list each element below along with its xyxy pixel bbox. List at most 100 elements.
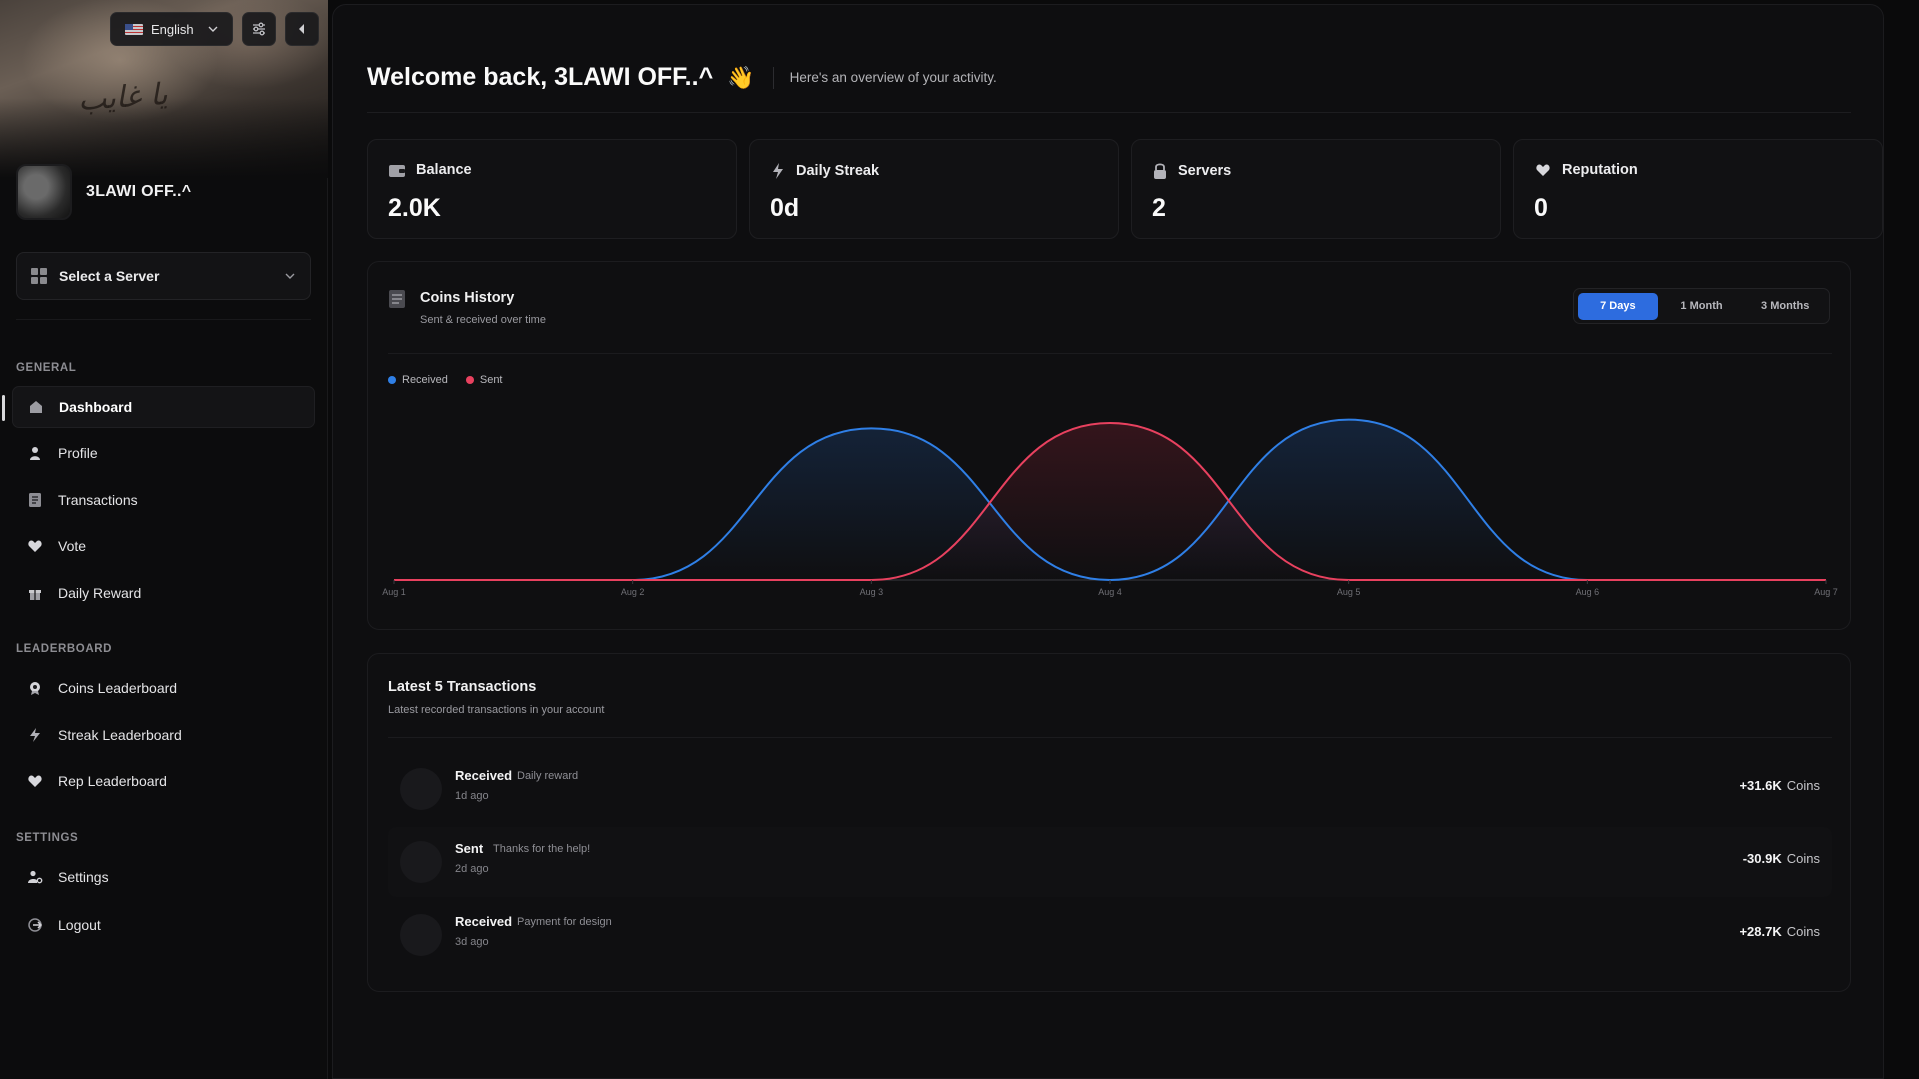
sidebar-item-label: Dashboard — [59, 399, 133, 415]
banner-script: يا غايب — [76, 76, 169, 119]
section-label-settings: SETTINGS — [16, 832, 79, 844]
transaction-amount-value: +31.6K — [1739, 778, 1782, 793]
transaction-amount: -30.9K Coins — [1743, 851, 1820, 866]
transaction-row[interactable]: Sent Thanks for the help! 2d ago -30.9K C… — [388, 827, 1832, 897]
latest-transactions-card: Latest 5 Transactions Latest recorded tr… — [367, 653, 1851, 992]
transactions-title: Latest 5 Transactions — [388, 679, 537, 695]
sidebar-item-transactions[interactable]: Transactions — [12, 479, 315, 521]
user-icon — [26, 444, 44, 462]
sidebar: يا غايب English 3LAWI OFF..^ Select a Se… — [0, 0, 328, 1079]
stat-card-servers: Servers 2 — [1131, 139, 1501, 239]
grid-icon — [31, 268, 47, 284]
header-divider — [772, 66, 774, 89]
chevron-down-icon — [285, 273, 295, 279]
sidebar-item-dashboard[interactable]: Dashboard — [2, 386, 315, 428]
caret-left-icon — [299, 24, 304, 34]
stat-label: Daily Streak — [796, 163, 880, 179]
filters-button[interactable] — [242, 12, 276, 46]
logout-icon — [26, 916, 44, 934]
page-title: Welcome back, 3LAWI OFF..^ — [367, 63, 714, 91]
avatar — [16, 164, 72, 220]
user-settings-icon — [26, 868, 44, 886]
sidebar-item-label: Daily Reward — [58, 585, 142, 601]
sidebar-item-settings[interactable]: Settings — [12, 856, 315, 898]
transaction-unit: Coins — [1786, 924, 1820, 939]
coins-history-chart: Aug 1 Aug 2 Aug 3 Aug 4 Aug 5 Aug 6 Aug 7 — [382, 418, 1838, 597]
page-header: Welcome back, 3LAWI OFF..^ 👋 Here's an o… — [367, 63, 997, 92]
sidebar-divider — [16, 319, 311, 320]
transaction-type: Sent — [455, 841, 484, 856]
transaction-avatar — [400, 914, 442, 956]
section-label-general: GENERAL — [16, 362, 77, 374]
sidebar-item-rep-leaderboard[interactable]: Rep Leaderboard — [12, 760, 315, 802]
sidebar-item-label: Vote — [58, 538, 87, 554]
series-area-sent — [394, 423, 1826, 580]
sidebar-item-daily-reward[interactable]: Daily Reward — [12, 572, 315, 614]
transaction-unit: Coins — [1786, 851, 1820, 866]
transaction-note: Payment for design — [517, 916, 612, 928]
section-label-leaderboard: LEADERBOARD — [16, 643, 113, 655]
stat-card-reputation: Reputation 0 — [1513, 139, 1883, 239]
bolt-icon — [773, 163, 783, 179]
stat-label: Balance — [416, 162, 472, 178]
heart-icon — [1536, 164, 1550, 176]
transactions-header-rule — [388, 737, 1832, 738]
stat-value: 0 — [1534, 194, 1548, 222]
page-subtitle: Here's an overview of your activity. — [789, 70, 997, 85]
home-icon — [27, 398, 45, 416]
stat-value: 2 — [1152, 194, 1166, 222]
transaction-time: 1d ago — [455, 790, 489, 802]
collapse-sidebar-button[interactable] — [285, 12, 319, 46]
main-content: Welcome back, 3LAWI OFF..^ 👋 Here's an o… — [332, 4, 1884, 1079]
transaction-time: 2d ago — [455, 863, 489, 875]
header-rule — [367, 112, 1851, 113]
transaction-amount-value: +28.7K — [1739, 924, 1782, 939]
heart-icon — [26, 772, 44, 790]
transaction-row[interactable]: Received Daily reward 1d ago +31.6K Coins — [388, 754, 1832, 824]
stat-value: 0d — [770, 194, 800, 222]
sidebar-item-coins-leaderboard[interactable]: Coins Leaderboard — [12, 667, 315, 709]
user-profile[interactable]: 3LAWI OFF..^ — [16, 164, 191, 220]
sidebar-item-label: Streak Leaderboard — [58, 727, 182, 743]
wave-emoji-icon: 👋 — [727, 64, 755, 90]
sidebar-topbar: English — [110, 12, 319, 46]
transaction-avatar — [400, 768, 442, 810]
bolt-icon — [26, 726, 44, 744]
transaction-avatar — [400, 841, 442, 883]
sidebar-item-label: Profile — [58, 445, 98, 461]
sliders-icon — [253, 22, 265, 36]
coins-history-card: Coins History Sent & received over time … — [367, 261, 1851, 630]
stat-label: Reputation — [1562, 162, 1638, 178]
transaction-amount: +28.7K Coins — [1739, 924, 1820, 939]
language-selector[interactable]: English — [110, 12, 233, 46]
chevron-down-icon — [208, 26, 218, 32]
sidebar-item-logout[interactable]: Logout — [12, 904, 315, 946]
stat-value: 2.0K — [388, 194, 441, 222]
server-select-label: Select a Server — [59, 268, 160, 284]
sidebar-item-label: Logout — [58, 917, 101, 933]
transactions-subtitle: Latest recorded transactions in your acc… — [388, 704, 605, 716]
sidebar-item-vote[interactable]: Vote — [12, 525, 315, 567]
sidebar-item-profile[interactable]: Profile — [12, 432, 315, 474]
sidebar-item-streak-leaderboard[interactable]: Streak Leaderboard — [12, 714, 315, 756]
transaction-unit: Coins — [1786, 778, 1820, 793]
language-label: English — [151, 21, 194, 37]
username: 3LAWI OFF..^ — [86, 183, 192, 200]
stat-card-balance: Balance 2.0K — [367, 139, 737, 239]
stat-label: Servers — [1178, 163, 1232, 179]
transaction-type: Received — [455, 768, 513, 783]
transaction-note: Thanks for the help! — [493, 843, 591, 855]
transaction-amount: +31.6K Coins — [1739, 778, 1820, 793]
server-select-dropdown[interactable]: Select a Server — [16, 252, 311, 300]
x-tick-label: Aug 6 — [1576, 587, 1600, 597]
heart-icon — [26, 537, 44, 555]
wallet-icon — [389, 165, 405, 177]
receipt-icon — [26, 491, 44, 509]
transaction-note: Daily reward — [517, 770, 579, 782]
x-tick-label: Aug 2 — [621, 587, 645, 597]
x-tick-label: Aug 1 — [382, 587, 406, 597]
sidebar-item-label: Coins Leaderboard — [58, 680, 178, 696]
transaction-type: Received — [455, 914, 513, 929]
transaction-row[interactable]: Received Payment for design 3d ago +28.7… — [388, 900, 1832, 970]
us-flag-icon — [125, 23, 143, 35]
